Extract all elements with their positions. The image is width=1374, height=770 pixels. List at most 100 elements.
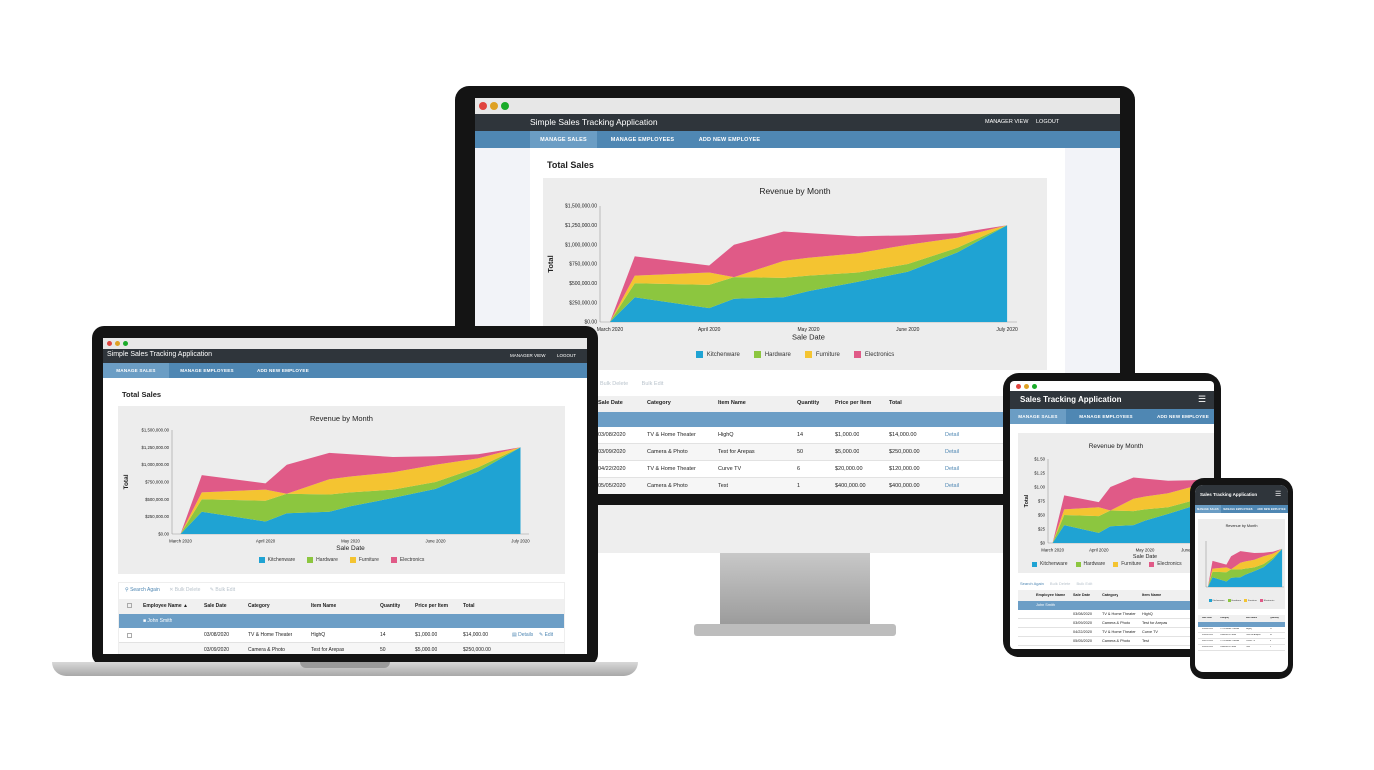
- bulk-delete-button[interactable]: ✕ Bulk Delete: [169, 587, 200, 593]
- table-row[interactable]: 03/09/2020 Camera & Photo Test for Arepas: [1018, 619, 1214, 628]
- tab-manage-sales[interactable]: MANAGE SALES: [530, 131, 597, 148]
- table-row[interactable]: 05/05/2020 Camera & Photo Test 1 $400,000.00…: [543, 478, 1047, 494]
- col-total[interactable]: Total: [463, 603, 475, 609]
- chart-panel: Revenue by Month Kitchenware Hardware Fu…: [1198, 519, 1285, 609]
- table-row[interactable]: 03/08/2020 TV & Home Theater HighQ 14 $1,000…: [119, 628, 564, 643]
- y-tick-label: $50: [1038, 512, 1046, 517]
- tab-manage-employees[interactable]: MANAGE EMPLOYEES: [173, 363, 241, 378]
- select-all-checkbox[interactable]: [127, 603, 132, 608]
- tab-manage-employees[interactable]: MANAGE EMPLOYEES: [1068, 409, 1144, 424]
- hamburger-menu-icon[interactable]: ☰: [1275, 490, 1281, 498]
- y-tick-label: $25: [1038, 526, 1046, 531]
- y-tick-label: $1.25: [1034, 470, 1045, 475]
- minimize-dot-icon[interactable]: [115, 341, 120, 346]
- chart-legend: Kitchenware Hardware Furniture Electroni…: [1032, 561, 1214, 567]
- maximize-dot-icon[interactable]: [123, 341, 128, 346]
- legend-furniture: Furniture: [1244, 599, 1257, 602]
- col-price[interactable]: Price per Item: [835, 400, 871, 406]
- details-link[interactable]: Details: [945, 483, 959, 489]
- col-sale-date[interactable]: Sale Date: [598, 400, 623, 406]
- search-again-button[interactable]: ⚲ Search Again: [125, 587, 160, 593]
- close-dot-icon[interactable]: [1016, 384, 1021, 389]
- y-axis-title: Total: [1024, 494, 1030, 507]
- col-category[interactable]: Category: [647, 400, 671, 406]
- col-item-name[interactable]: Item Name: [718, 400, 746, 406]
- table-row[interactable]: 05/05/2020 Camera & Photo Test 1: [1198, 645, 1285, 651]
- table-row[interactable]: 03/08/2020 TV & Home Theater HighQ 14 $1,000…: [543, 427, 1047, 444]
- sales-grid: Search Again Bulk Delete Bulk Edit Emplo…: [1018, 579, 1214, 649]
- col-item-name[interactable]: Item Name: [311, 603, 336, 609]
- col-sale-date[interactable]: Sale Date: [204, 603, 227, 609]
- legend-electronics: Electronics: [853, 351, 894, 358]
- col-price[interactable]: Price per Item: [415, 603, 448, 609]
- tab-add-new-employee[interactable]: ADD NEW EMPLOYEE: [687, 131, 772, 148]
- chart-panel: Revenue by Month $0.00 $250,000.00 $500,00…: [118, 406, 565, 574]
- x-axis-title: Sale Date: [336, 545, 365, 552]
- x-tick-label: March 2020: [169, 538, 192, 543]
- table-row[interactable]: 04/22/2020 TV & Home Theater Curve TV: [1018, 628, 1214, 637]
- details-link[interactable]: Details: [945, 432, 959, 438]
- col-category[interactable]: Category: [248, 603, 270, 609]
- tab-manage-sales[interactable]: MANAGE SALES: [103, 363, 169, 378]
- table-row[interactable]: 03/09/2020 Camera & Photo Test for Arepas 5…: [119, 643, 564, 654]
- col-quantity[interactable]: Quantity: [380, 603, 400, 609]
- tab-manage-sales[interactable]: MANAGE SALES: [1010, 409, 1066, 424]
- tab-manage-sales[interactable]: MANAGE SALES: [1195, 505, 1221, 513]
- bulk-edit-button[interactable]: ✎ Bulk Edit: [210, 587, 235, 593]
- x-tick-label: May 2020: [341, 538, 360, 543]
- group-row[interactable]: John Smith: [1018, 601, 1214, 610]
- details-link[interactable]: ▤ Details: [512, 632, 533, 638]
- y-tick-label: $1,250,000.00: [142, 445, 170, 450]
- revenue-chart: $0 $25 $50 $75 $1.00 $1.25 $1.50 March 2020 Apri…: [1024, 456, 1214, 560]
- bulk-edit-button[interactable]: Bulk Edit: [1077, 581, 1093, 586]
- details-link[interactable]: Details: [945, 449, 959, 455]
- col-quantity[interactable]: Quantity: [797, 400, 819, 406]
- search-again-button[interactable]: Search Again: [1020, 581, 1044, 586]
- legend-kitchenware: Kitchenware: [1208, 599, 1225, 602]
- manager-view-link[interactable]: MANAGER VIEW: [985, 119, 1028, 125]
- close-dot-icon[interactable]: [107, 341, 112, 346]
- chart-legend: Kitchenware Hardware Furniture Electroni…: [543, 351, 1047, 358]
- grid-header: Sale Date Category Item Name Quantity Pr…: [543, 396, 1047, 412]
- bulk-delete-button[interactable]: Bulk Delete: [600, 381, 628, 387]
- legend-furniture: Furniture: [349, 557, 379, 563]
- edit-link[interactable]: ✎ Edit: [539, 632, 553, 638]
- y-tick-label: $1,000,000.00: [565, 242, 597, 248]
- tab-add-new-employee[interactable]: ADD NEW EMPLOYEE: [1255, 505, 1288, 513]
- table-row[interactable]: 03/09/2020 Camera & Photo Test for Arepas 5…: [543, 444, 1047, 461]
- col-employee-name[interactable]: Employee Name ▲: [143, 603, 188, 609]
- table-row[interactable]: 04/22/2020 TV & Home Theater Curve TV 6 $20,…: [543, 461, 1047, 478]
- y-tick-label: $1.00: [1034, 484, 1045, 489]
- close-dot-icon[interactable]: [479, 102, 487, 110]
- legend-hardware: Hardware: [1227, 599, 1241, 602]
- logout-link[interactable]: LOGOUT: [1036, 119, 1059, 125]
- group-row[interactable]: ■ John Smith: [119, 614, 564, 628]
- tab-manage-employees[interactable]: MANAGE EMPLOYEES: [1222, 505, 1254, 513]
- y-axis-title: Total: [546, 255, 555, 272]
- maximize-dot-icon[interactable]: [501, 102, 509, 110]
- group-row[interactable]: [543, 412, 1047, 427]
- row-checkbox[interactable]: [127, 633, 132, 638]
- details-link[interactable]: Details: [945, 466, 959, 472]
- y-tick-label: $750,000.00: [569, 262, 597, 268]
- chart-legend: Kitchenware Hardware Furniture Electroni…: [1198, 599, 1285, 602]
- tab-add-new-employee[interactable]: ADD NEW EMPLOYEE: [1144, 409, 1214, 424]
- revenue-chart: $0.00 $250,000.00 $500,000.00 $750,000.00 $1…: [123, 427, 530, 552]
- minimize-dot-icon[interactable]: [490, 102, 498, 110]
- col-total[interactable]: Total: [889, 400, 902, 406]
- table-row[interactable]: 03/08/2020 TV & Home Theater HighQ: [1018, 610, 1214, 619]
- tab-manage-employees[interactable]: MANAGE EMPLOYEES: [600, 131, 685, 148]
- content-area: Total Sales Revenue by Month $0.00 $250,0…: [530, 148, 1065, 494]
- table-row[interactable]: 05/05/2020 Camera & Photo Test: [1018, 637, 1214, 646]
- tab-add-new-employee[interactable]: ADD NEW EMPLOYEE: [249, 363, 317, 378]
- bulk-edit-button[interactable]: Bulk Edit: [642, 381, 664, 387]
- y-tick-label: $250,000.00: [145, 514, 170, 519]
- y-tick-label: $500,000.00: [145, 497, 170, 502]
- minimize-dot-icon[interactable]: [1024, 384, 1029, 389]
- bulk-delete-button[interactable]: Bulk Delete: [1050, 581, 1070, 586]
- manager-view-link[interactable]: MANAGER VIEW: [510, 353, 546, 358]
- hamburger-menu-icon[interactable]: ☰: [1198, 394, 1206, 405]
- maximize-dot-icon[interactable]: [1032, 384, 1037, 389]
- legend-electronics: Electronics: [1149, 561, 1182, 567]
- logout-link[interactable]: LOGOUT: [557, 353, 576, 358]
